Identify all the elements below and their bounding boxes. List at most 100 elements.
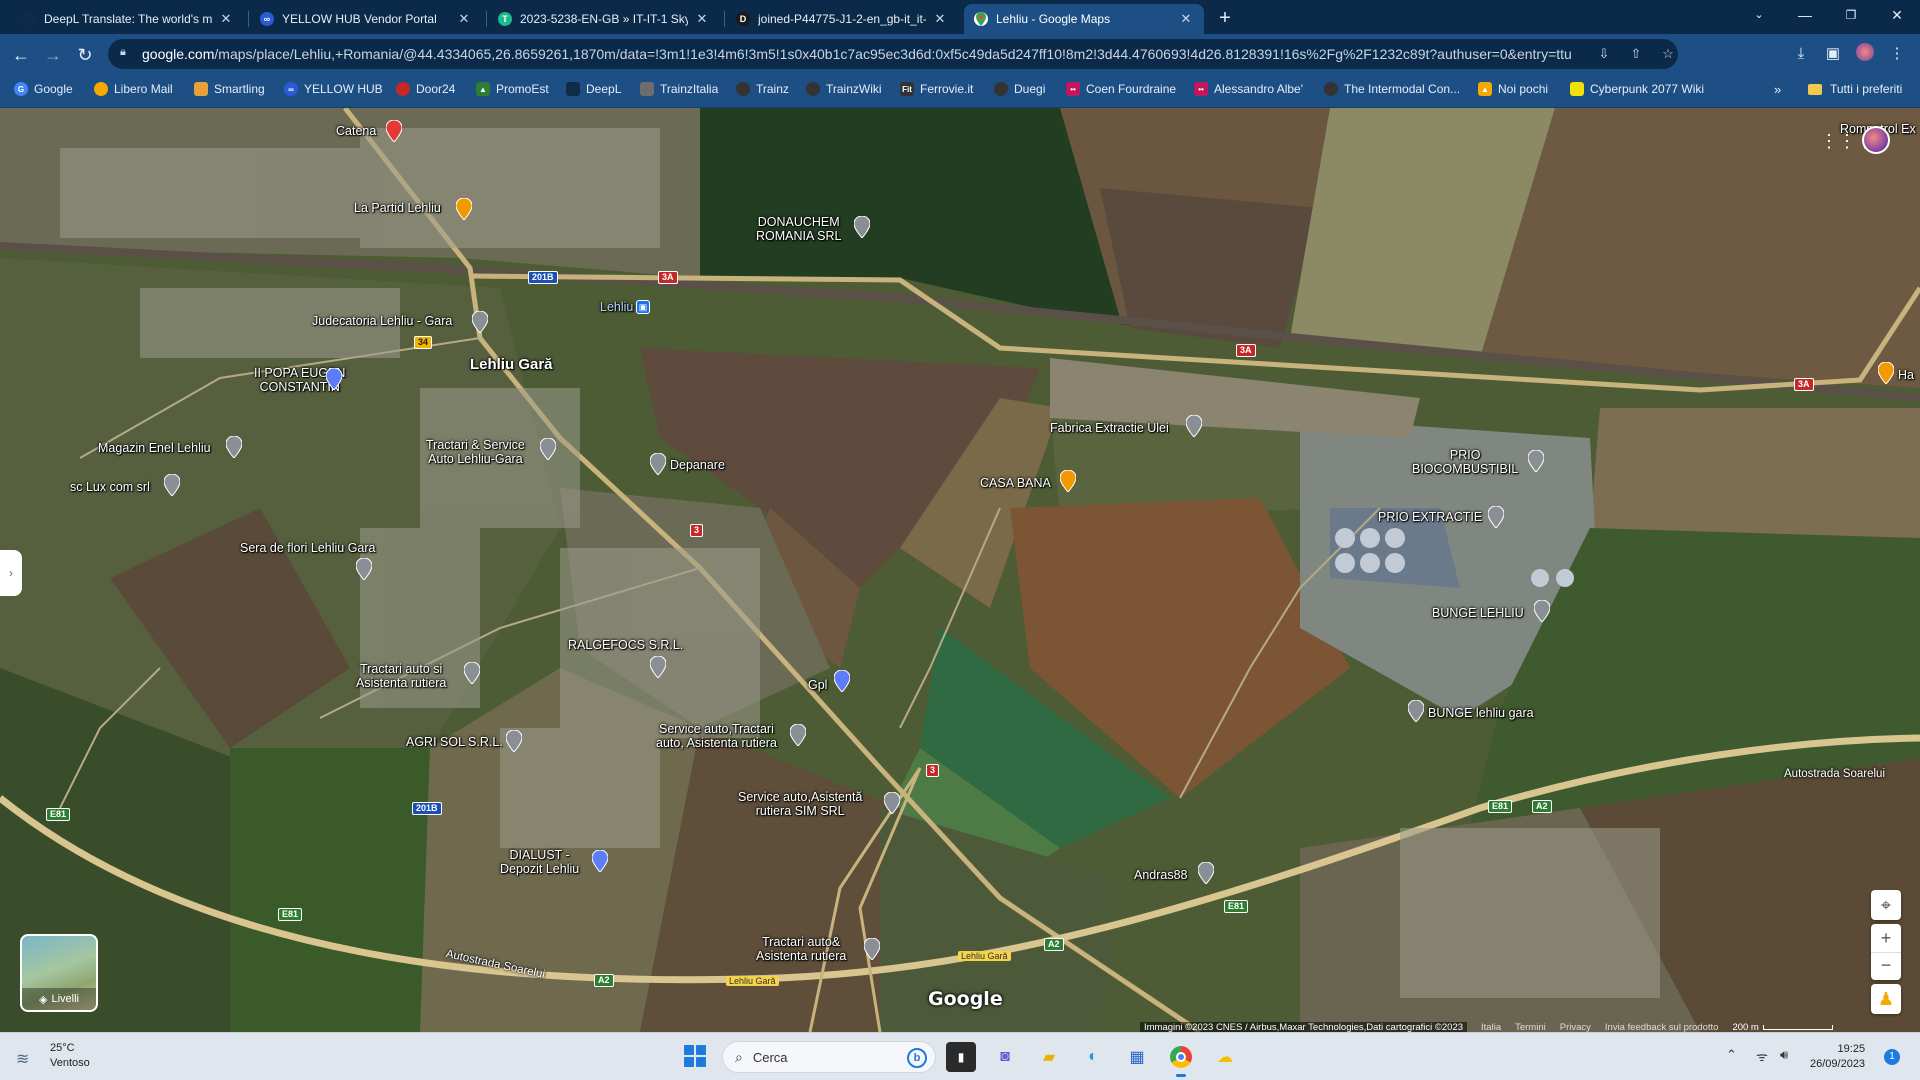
windows-start-icon[interactable] [684,1045,706,1067]
poi-label[interactable]: Magazin Enel Lehliu [98,441,211,455]
location-pin-icon[interactable] [650,656,666,678]
bookmark-door24[interactable]: Door24 [396,82,455,96]
close-tab-icon[interactable]: ✕ [694,11,710,27]
terms-link[interactable]: Termini [1515,1022,1546,1033]
poi-label[interactable]: CASA BANA [980,476,1051,490]
tab-smartcat[interactable]: T 2023-5238-EN-GB » IT-IT-1 Skyt ✕ [488,4,720,34]
feedback-link[interactable]: Invia feedback sul prodotto [1605,1022,1719,1033]
system-clock[interactable]: 19:25 26/09/2023 [1810,1042,1865,1072]
bookmark-trainzwiki[interactable]: TrainzWiki [806,82,882,96]
google-apps-icon[interactable]: ⋮⋮⋮ [1820,132,1874,150]
location-pin-icon[interactable] [540,438,556,460]
poi-label[interactable]: Fabrica Extractie Ulei [1050,421,1169,435]
station-label[interactable]: Lehliu [600,300,633,314]
microsoft-store-icon[interactable]: ▦ [1122,1042,1152,1072]
poi-label[interactable]: Tractari auto& Asistenta rutiera [756,935,846,963]
close-tab-icon[interactable]: ✕ [456,11,472,27]
profile-avatar-icon[interactable] [1854,43,1876,65]
poi-label[interactable]: RALGEFOCS S.R.L. [568,638,683,652]
poi-label[interactable]: DONAUCHEM ROMANIA SRL [756,215,841,243]
location-pin-icon[interactable] [884,792,900,814]
location-pin-icon[interactable] [864,938,880,960]
file-explorer-icon[interactable]: ▰ [1034,1042,1064,1072]
poi-label[interactable]: BUNGE LEHLIU [1432,606,1524,620]
poi-label[interactable]: Gpl [808,678,827,692]
location-pin-icon[interactable] [1408,700,1424,722]
poi-label[interactable]: AGRI SOL S.R.L. [406,735,503,749]
bookmark-alessandro-albe[interactable]: •• Alessandro Albe' [1194,82,1303,96]
poi-label[interactable]: Sera de flori Lehliu Gara [240,541,376,555]
bookmark-star-icon[interactable]: ☆ [1658,44,1678,64]
restore-button[interactable]: ❐ [1828,0,1874,30]
gas-station-pin-icon[interactable] [834,670,850,692]
location-pin-icon[interactable] [356,558,372,580]
install-app-icon[interactable]: ⇩ [1594,44,1614,64]
side-panel-icon[interactable]: ▣ [1822,43,1844,65]
bookmark-trainz[interactable]: Trainz [736,82,789,96]
poi-label[interactable]: Tractari & Service Auto Lehliu-Gara [426,438,525,466]
bookmark-yellow-hub[interactable]: ∞ YELLOW HUB [284,82,383,96]
tab-yellow-hub[interactable]: ∞ YELLOW HUB Vendor Portal ✕ [250,4,482,34]
location-pin-icon[interactable] [464,662,480,684]
poi-label[interactable]: BUNGE lehliu gara [1428,706,1534,720]
menu-kebab-icon[interactable]: ⋮ [1886,43,1908,65]
region-link[interactable]: Italia [1481,1022,1501,1033]
train-station-icon[interactable]: ▣ [636,300,650,314]
close-tab-icon[interactable]: ✕ [932,11,948,27]
location-pin-icon[interactable] [1488,506,1504,528]
show-hidden-icons[interactable]: ⌃ [1726,1047,1737,1063]
bookmark-coen-fourdraine[interactable]: •• Coen Fourdraine [1066,82,1176,96]
privacy-link[interactable]: Privacy [1560,1022,1591,1033]
forward-icon[interactable]: → [40,42,66,68]
minimize-button[interactable]: — [1782,0,1828,30]
shopping-pin-icon[interactable] [386,120,402,142]
task-view-icon[interactable]: ▮ [946,1042,976,1072]
volume-icon[interactable]: 🔊︎ [1780,1047,1788,1063]
reload-icon[interactable]: ↻ [72,42,98,68]
location-pin-icon[interactable] [790,724,806,746]
street-view-pegman-icon[interactable]: ♟ [1871,984,1901,1014]
poi-label[interactable]: Service auto,Tractari auto, Asistenta ru… [656,722,777,750]
wifi-icon[interactable]: ᯤ [1756,1047,1768,1065]
map-scale[interactable]: 200 m [1732,1022,1833,1032]
poi-label[interactable]: Tractari auto si Asistenta rutiera [356,662,446,690]
satellite-map[interactable]: Catena La Partid Lehliu DONAUCHEM ROMANI… [0,108,1920,1032]
new-tab-button[interactable]: + [1212,6,1238,32]
location-pin-icon[interactable] [1186,415,1202,437]
bookmark-libero-mail[interactable]: Libero Mail [94,82,173,96]
location-pin-icon[interactable] [472,311,488,333]
poi-label[interactable]: PRIO BIOCOMBUSTIBIL [1412,448,1518,476]
poi-label[interactable]: DIALUST - Depozit Lehliu [500,848,579,876]
my-location-icon[interactable]: ⌖ [1871,890,1901,920]
location-pin-icon[interactable] [1534,600,1550,622]
bing-icon[interactable]: b [907,1048,927,1068]
close-tab-icon[interactable]: ✕ [1178,11,1194,27]
edge-icon[interactable]: ◐ [1078,1042,1108,1072]
bookmark-google[interactable]: G Google [14,82,73,96]
poi-label[interactable]: Service auto,Asistentă rutiera SIM SRL [738,790,862,818]
location-pin-icon[interactable] [226,436,242,458]
tab-google-maps[interactable]: Lehliu - Google Maps ✕ [964,4,1204,34]
bookmarks-overflow-icon[interactable]: » [1774,82,1781,97]
bookmark-deepl[interactable]: DeepL [566,82,621,96]
bookmark-duegi[interactable]: Duegi [994,82,1045,96]
zoom-out-button[interactable]: − [1871,952,1901,980]
teams-chat-icon[interactable]: ◙ [990,1042,1020,1072]
close-tab-icon[interactable]: ✕ [218,11,234,27]
tab-deepl[interactable]: DeepL Translate: The world's mo ✕ [12,4,244,34]
restaurant-pin-icon[interactable] [1878,362,1894,384]
location-pin-icon[interactable] [1528,450,1544,472]
lock-icon[interactable]: 🔒︎ [120,46,132,62]
chrome-icon[interactable] [1166,1042,1196,1077]
layers-button[interactable]: ◈ Livelli [20,934,98,1012]
restaurant-pin-icon[interactable] [456,198,472,220]
download-icon[interactable]: ⤓ [1790,43,1812,65]
taskbar-search[interactable]: ⌕ Cerca b [722,1041,936,1073]
store-pin-icon[interactable] [592,850,608,872]
location-pin-icon[interactable] [854,216,870,238]
onedrive-icon[interactable]: ☁ [1210,1042,1240,1072]
doctor-pin-icon[interactable] [326,368,342,390]
share-icon[interactable]: ⇧ [1626,44,1646,64]
location-pin-icon[interactable] [650,453,666,475]
expand-side-panel-icon[interactable]: › [0,550,22,596]
